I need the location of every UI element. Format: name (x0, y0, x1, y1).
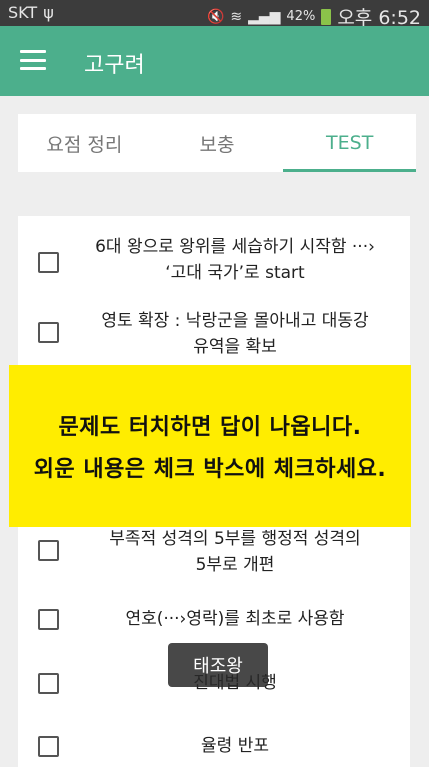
wifi-icon: ≋ (230, 8, 243, 25)
item-checkbox[interactable] (38, 673, 59, 694)
item-checkbox[interactable] (38, 609, 59, 630)
item-text-line: ‘고대 국가’로 start (165, 263, 305, 283)
overlay-line: 외운 내용은 체크 박스에 체크하세요. (33, 457, 387, 482)
item-text-line: 부족적 성격의 5부를 행정적 성격의 (109, 529, 361, 549)
app-bar: 고구려 (0, 26, 429, 96)
item-text[interactable]: 부족적 성격의 5부를 행정적 성격의 5부로 개편 (68, 526, 402, 578)
list-item[interactable]: 영토 확장 : 낙랑군을 몰아내고 대동강 유역을 확보 (18, 308, 410, 360)
tab-test[interactable]: TEST (283, 114, 416, 172)
item-checkbox[interactable] (38, 540, 59, 561)
item-text[interactable]: 영토 확장 : 낙랑군을 몰아내고 대동강 유역을 확보 (68, 308, 402, 360)
item-checkbox[interactable] (38, 322, 59, 343)
tab-bar: 요점 정리 보충 TEST (18, 114, 416, 172)
item-text[interactable]: 율령 반포 (68, 733, 402, 759)
item-checkbox[interactable] (38, 252, 59, 273)
item-text[interactable]: 연호(···›영락)를 최초로 사용함 (68, 606, 402, 632)
list-item[interactable]: 율령 반포 (18, 733, 410, 761)
signal-icon: ▂▄▆ (248, 8, 281, 25)
overlay-line: 문제도 터치하면 답이 나옵니다. (58, 415, 362, 440)
menu-icon[interactable] (20, 50, 46, 70)
item-text-line: 유역을 확보 (193, 337, 277, 357)
app-title: 고구려 (84, 53, 145, 78)
list-item[interactable]: 6대 왕으로 왕위를 세습하기 시작함 ···› ‘고대 국가’로 start (18, 234, 410, 286)
status-bar: SKT ψ 🔇 ≋ ▂▄▆ 42% 오후 6:52 (0, 0, 429, 29)
item-text-line: 6대 왕으로 왕위를 세습하기 시작함 ···› (95, 237, 375, 257)
list-item[interactable]: 부족적 성격의 5부를 행정적 성격의 5부로 개편 (18, 526, 410, 578)
carrier-label: SKT (8, 3, 38, 22)
tab-summary[interactable]: 요점 정리 (18, 114, 151, 172)
tab-supplement[interactable]: 보충 (151, 114, 284, 172)
mute-icon: 🔇 (206, 8, 225, 25)
tutorial-overlay[interactable]: 문제도 터치하면 답이 나옵니다. 외운 내용은 체크 박스에 체크하세요. (9, 365, 411, 527)
list-item[interactable]: 연호(···›영락)를 최초로 사용함 (18, 606, 410, 634)
battery-icon (321, 8, 332, 25)
item-text[interactable]: 6대 왕으로 왕위를 세습하기 시작함 ···› ‘고대 국가’로 start (68, 234, 402, 286)
usb-icon: ψ (43, 3, 54, 22)
item-checkbox[interactable] (38, 736, 59, 757)
battery-percent: 42% (286, 9, 316, 24)
item-text-line: 5부로 개편 (195, 555, 275, 575)
answer-toast: 태조왕 (168, 643, 268, 687)
item-text-line: 영토 확장 : 낙랑군을 몰아내고 대동강 (101, 311, 369, 331)
